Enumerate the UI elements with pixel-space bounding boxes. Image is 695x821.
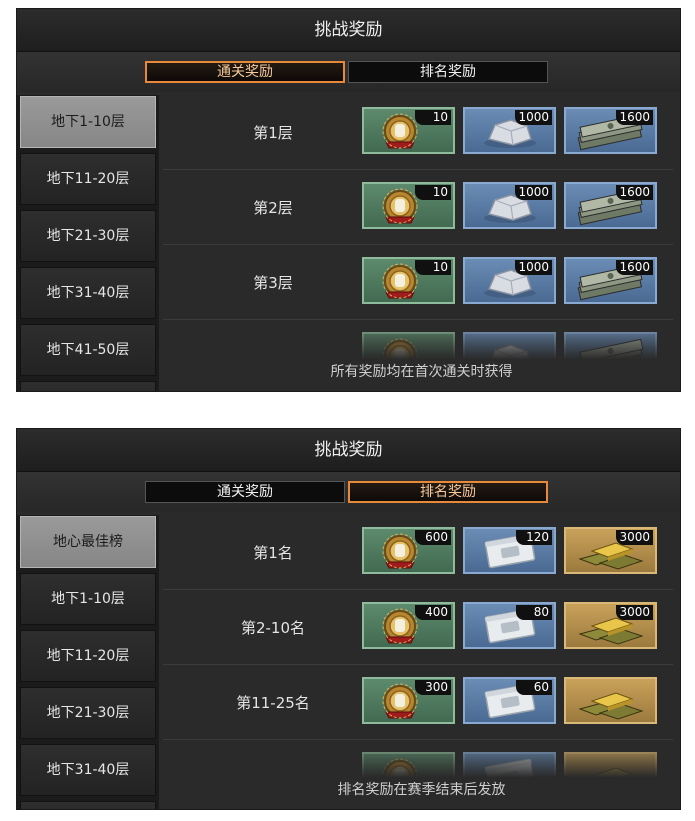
reward-qty: 600	[415, 530, 451, 545]
reward-cash[interactable]: 1600	[564, 182, 657, 229]
reward-qty: 1000	[515, 110, 552, 125]
row-label: 第2层	[253, 199, 293, 217]
reward-qty: 3000	[616, 605, 653, 620]
reward-medal[interactable]: 10	[362, 257, 455, 304]
tab-rank-rewards[interactable]: 排名奖励	[348, 481, 548, 503]
sidebar-item-more[interactable]	[20, 381, 156, 391]
reward-medal[interactable]: 10	[362, 107, 455, 154]
reward-qty: 1000	[515, 185, 552, 200]
reward-gold-bars[interactable]: 3000	[564, 602, 657, 649]
row-label: 第1名	[253, 544, 293, 562]
sidebar-item-floor-21-30[interactable]: 地下21-30层	[20, 687, 156, 739]
reward-gold-bars[interactable]	[564, 677, 657, 724]
reward-qty: 1600	[616, 260, 653, 275]
row-label: 第11-25名	[236, 694, 310, 712]
reward-qty: 1000	[515, 260, 552, 275]
reward-medal[interactable]: 10	[362, 182, 455, 229]
panel-title: 挑战奖励	[17, 9, 680, 52]
reward-qty: 3000	[616, 530, 653, 545]
sidebar-item-best-core[interactable]: 地心最佳榜	[20, 516, 156, 568]
reward-row: 第3层 10 1000 1600	[163, 247, 673, 320]
tab-strip: 通关奖励 排名奖励	[17, 472, 680, 512]
reward-qty: 300	[415, 680, 451, 695]
sidebar-item-floor-41-50[interactable]: 地下41-50层	[20, 324, 156, 376]
reward-packet[interactable]: 80	[463, 602, 556, 649]
floor-sidebar: 地下1-10层 地下11-20层 地下21-30层 地下31-40层 地下41-…	[17, 95, 159, 391]
sidebar-item-floor-11-20[interactable]: 地下11-20层	[20, 630, 156, 682]
panel-title: 挑战奖励	[17, 429, 680, 472]
footer-note: 排名奖励在赛季结束后发放	[337, 782, 506, 798]
sidebar-item-more[interactable]	[20, 801, 156, 809]
sidebar-item-floor-21-30[interactable]: 地下21-30层	[20, 210, 156, 262]
challenge-rewards-panel-rank: 挑战奖励 通关奖励 排名奖励 地心最佳榜 地下1-10层 地下11-20层 地下…	[16, 428, 681, 810]
reward-qty: 10	[415, 185, 451, 200]
row-label: 第1层	[253, 124, 293, 142]
reward-row: 第2-10名 400 80 3000	[163, 592, 673, 665]
row-label: 第2-10名	[240, 619, 306, 637]
reward-qty: 80	[516, 605, 552, 620]
reward-qty: 10	[415, 260, 451, 275]
footer-note: 所有奖励均在首次通关时获得	[330, 364, 513, 380]
tab-clear-rewards[interactable]: 通关奖励	[145, 61, 345, 83]
reward-medal[interactable]: 300	[362, 677, 455, 724]
tab-rank-rewards[interactable]: 排名奖励	[348, 61, 548, 83]
reward-medal[interactable]: 600	[362, 527, 455, 574]
reward-ore[interactable]: 1000	[463, 107, 556, 154]
reward-cash[interactable]: 1600	[564, 107, 657, 154]
sidebar-item-floor-31-40[interactable]: 地下31-40层	[20, 267, 156, 319]
leaderboard-sidebar: 地心最佳榜 地下1-10层 地下11-20层 地下21-30层 地下31-40层	[17, 515, 159, 809]
reward-medal[interactable]: 400	[362, 602, 455, 649]
reward-qty: 1600	[616, 110, 653, 125]
reward-gold-bars[interactable]: 3000	[564, 527, 657, 574]
reward-qty: 120	[516, 530, 552, 545]
reward-packet[interactable]: 120	[463, 527, 556, 574]
reward-ore[interactable]: 1000	[463, 257, 556, 304]
reward-row: 第11-25名 300 60	[163, 667, 673, 740]
row-label: 第3层	[253, 274, 293, 292]
sidebar-item-floor-1-10[interactable]: 地下1-10层	[20, 573, 156, 625]
reward-qty: 10	[415, 110, 451, 125]
reward-packet[interactable]: 60	[463, 677, 556, 724]
reward-qty: 60	[516, 680, 552, 695]
tab-clear-rewards[interactable]: 通关奖励	[145, 481, 345, 503]
reward-row: 第1名 600 120 3000	[163, 517, 673, 590]
reward-ore[interactable]: 1000	[463, 182, 556, 229]
reward-cash[interactable]: 1600	[564, 257, 657, 304]
challenge-rewards-panel-clear: 挑战奖励 通关奖励 排名奖励 地下1-10层 地下11-20层 地下21-30层…	[16, 8, 681, 392]
reward-qty: 1600	[616, 185, 653, 200]
sidebar-item-floor-11-20[interactable]: 地下11-20层	[20, 153, 156, 205]
reward-qty: 400	[415, 605, 451, 620]
reward-row: 第2层 10 1000 1600	[163, 172, 673, 245]
reward-row: 第1层 10 1000 1600	[163, 97, 673, 170]
sidebar-item-floor-1-10[interactable]: 地下1-10层	[20, 96, 156, 148]
tab-strip: 通关奖励 排名奖励	[17, 52, 680, 92]
sidebar-item-floor-31-40[interactable]: 地下31-40层	[20, 744, 156, 796]
